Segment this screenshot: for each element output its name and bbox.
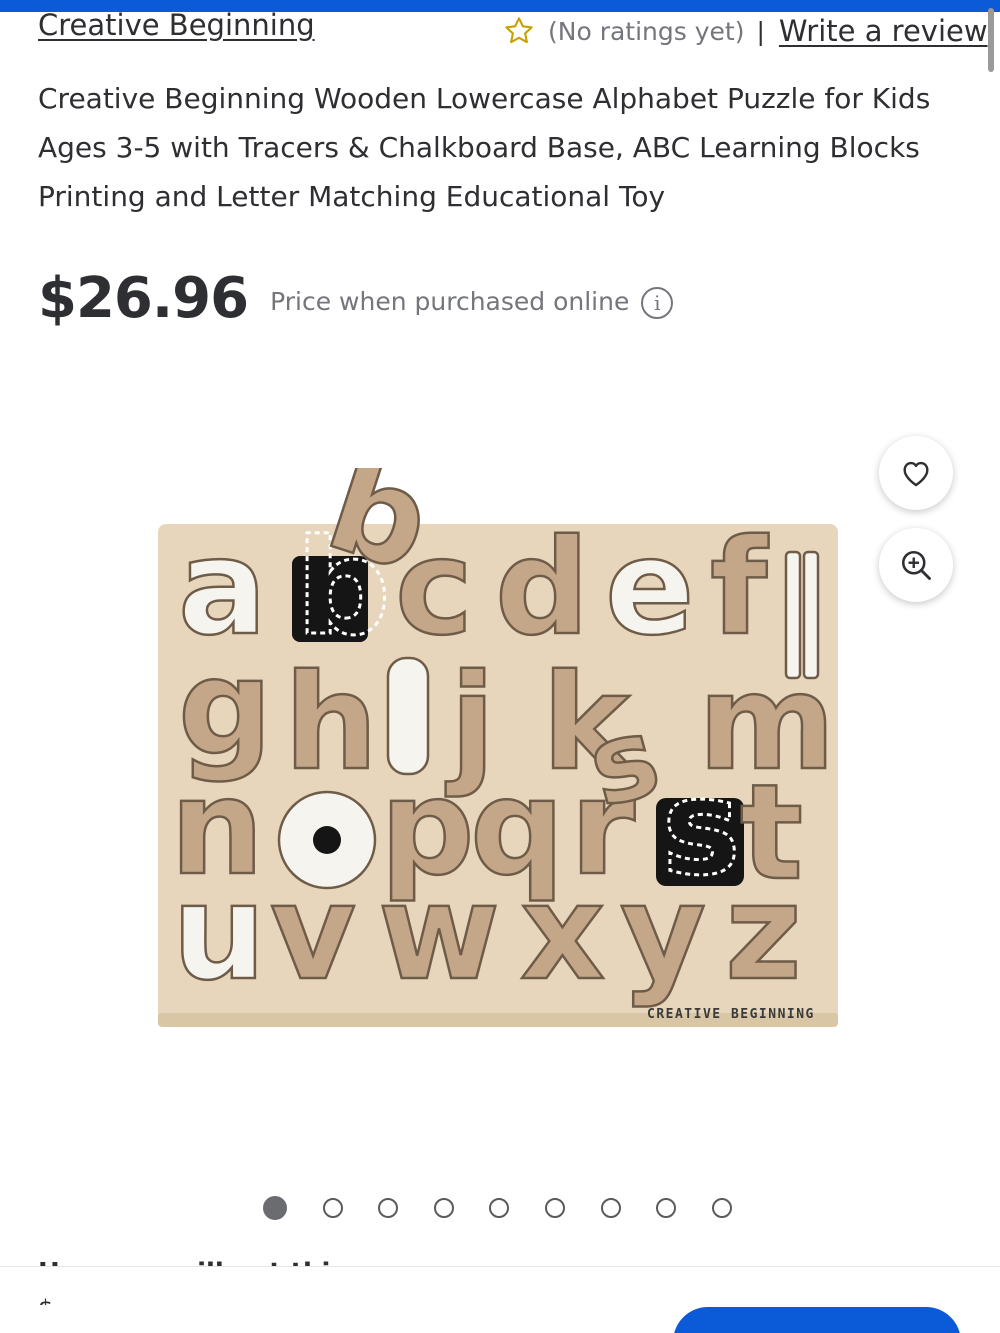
carousel-dot[interactable]: [263, 1196, 287, 1220]
price-row: $26.96 Price when purchased online i: [38, 266, 674, 331]
carousel-dot[interactable]: [489, 1198, 510, 1218]
carousel-dot[interactable]: [544, 1198, 565, 1218]
svg-text:d: d: [495, 511, 590, 665]
svg-text:x: x: [520, 856, 605, 1010]
product-price: $26.96: [38, 266, 249, 331]
rating-text: (No ratings yet): [548, 16, 745, 46]
svg-text:v: v: [270, 856, 356, 1010]
bottom-action-bar: $: [0, 1266, 1000, 1333]
zoom-button[interactable]: [879, 528, 953, 602]
price-note: Price when purchased online: [270, 287, 630, 316]
svg-text:e: e: [605, 511, 695, 665]
product-image[interactable]: a b c d e f g h j k m n p q r s t u v w …: [150, 468, 850, 1038]
carousel-dot[interactable]: [600, 1198, 621, 1218]
carousel-dot[interactable]: [378, 1198, 399, 1218]
star-outline-icon: [505, 17, 533, 44]
svg-text:w: w: [378, 856, 500, 1010]
carousel-dot[interactable]: [433, 1198, 454, 1218]
carousel-dot[interactable]: [656, 1198, 677, 1218]
svg-text:y: y: [620, 856, 706, 1010]
zoom-in-icon: [901, 550, 931, 580]
brand-link[interactable]: Creative Beginning: [38, 8, 315, 42]
write-review-link[interactable]: Write a review: [779, 14, 988, 48]
heart-icon: [903, 461, 929, 487]
svg-text:h: h: [284, 646, 378, 800]
svg-text:f: f: [710, 511, 769, 665]
add-to-cart-button[interactable]: [673, 1307, 961, 1333]
product-title: Creative Beginning Wooden Lowercase Alph…: [38, 82, 931, 213]
carousel-dot[interactable]: [711, 1198, 732, 1218]
carousel-dot[interactable]: [322, 1198, 343, 1218]
svg-text:z: z: [725, 856, 802, 1010]
svg-text:u: u: [172, 856, 266, 1010]
image-carousel-dots: [263, 1196, 732, 1220]
image-watermark: CREATIVE BEGINNING: [647, 1007, 815, 1022]
favorite-button[interactable]: [879, 436, 953, 510]
info-icon[interactable]: i: [641, 286, 674, 319]
rating-row: (No ratings yet) | Write a review: [502, 14, 988, 48]
rating-separator: |: [756, 16, 765, 46]
scrollbar-thumb[interactable]: [988, 8, 994, 72]
bottom-price-label: $: [38, 1295, 78, 1305]
